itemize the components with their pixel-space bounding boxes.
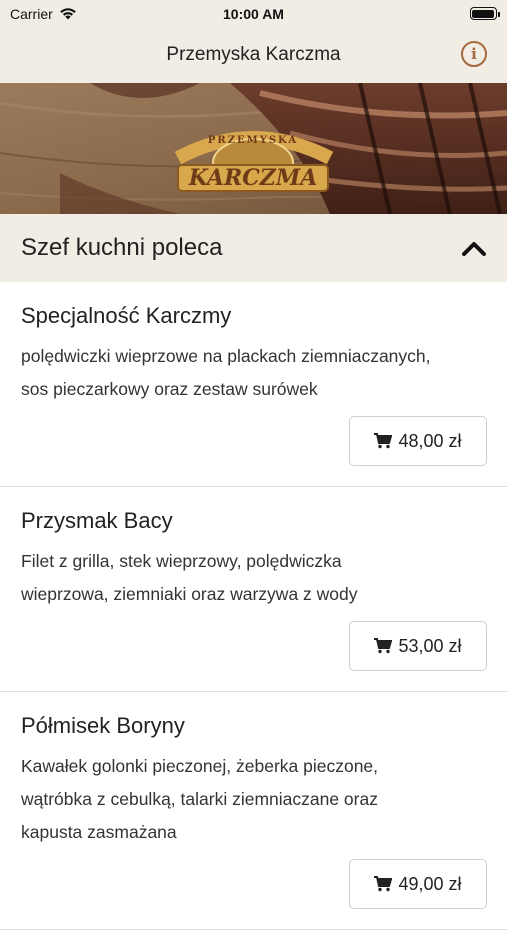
menu-item: Specjalność Karczmy polędwiczki wieprzow… bbox=[0, 282, 507, 487]
menu-item-description: Kawałek golonki pieczonej, żeberka piecz… bbox=[21, 750, 487, 849]
status-right bbox=[367, 7, 500, 20]
chevron-up-icon[interactable] bbox=[461, 235, 487, 261]
add-to-cart-button[interactable]: 48,00 zł bbox=[349, 416, 487, 466]
description-line: wątróbka z cebulką, talarki ziemniaczane… bbox=[21, 789, 378, 809]
status-left: Carrier bbox=[10, 6, 140, 22]
add-to-cart-button[interactable]: 53,00 zł bbox=[349, 621, 487, 671]
cart-icon bbox=[374, 433, 393, 449]
battery-icon bbox=[469, 7, 500, 20]
menu-item-description: polędwiczki wieprzowe na plackach ziemni… bbox=[21, 340, 487, 406]
description-line: kapusta zasmażana bbox=[21, 822, 177, 842]
menu-item-name: Przysmak Bacy bbox=[21, 508, 173, 533]
menu-item-name: Specjalność Karczmy bbox=[21, 303, 232, 328]
add-to-cart-button[interactable]: 49,00 zł bbox=[349, 859, 487, 909]
menu-item-name: Półmisek Boryny bbox=[21, 713, 185, 738]
svg-text:PRZEMYSKA: PRZEMYSKA bbox=[208, 135, 298, 146]
header-banner-image: KARCZMA PRZEMYSKA bbox=[0, 83, 507, 214]
price-label: 49,00 zł bbox=[398, 873, 462, 894]
menu-item-description: Filet z grilla, stek wieprzowy, polędwic… bbox=[21, 545, 487, 611]
menu-item: Przysmak Bacy Filet z grilla, stek wiepr… bbox=[0, 487, 507, 692]
description-line: polędwiczki wieprzowe na plackach ziemni… bbox=[21, 346, 431, 366]
svg-text:KARCZMA: KARCZMA bbox=[188, 165, 318, 191]
section-title: Szef kuchni poleca bbox=[21, 234, 223, 261]
description-line: sos pieczarkowy oraz zestaw surówek bbox=[21, 379, 318, 399]
page-title: Przemyska Karczma bbox=[166, 44, 341, 65]
description-line: wieprzowa, ziemniaki oraz warzywa z wody bbox=[21, 584, 358, 604]
nav-bar: Przemyska Karczma i bbox=[0, 27, 507, 83]
menu-item: Półmisek Boryny Kawałek golonki pieczone… bbox=[0, 692, 507, 930]
status-time: 10:00 AM bbox=[223, 5, 284, 22]
price-label: 48,00 zł bbox=[398, 430, 462, 451]
carrier-label: Carrier bbox=[10, 5, 53, 22]
price-label: 53,00 zł bbox=[398, 635, 462, 656]
description-line: Filet z grilla, stek wieprzowy, polędwic… bbox=[21, 551, 342, 571]
wifi-icon bbox=[59, 8, 76, 20]
cart-icon bbox=[374, 876, 393, 892]
section-header-chef-recommends[interactable]: Szef kuchni poleca bbox=[0, 214, 507, 282]
status-bar: Carrier 10:00 AM bbox=[0, 0, 507, 27]
battery-level bbox=[472, 9, 495, 18]
menu-item-list: Specjalność Karczmy polędwiczki wieprzow… bbox=[0, 282, 507, 930]
info-icon[interactable]: i bbox=[461, 41, 487, 67]
cart-icon bbox=[374, 638, 393, 654]
description-line: Kawałek golonki pieczonej, żeberka piecz… bbox=[21, 756, 379, 776]
